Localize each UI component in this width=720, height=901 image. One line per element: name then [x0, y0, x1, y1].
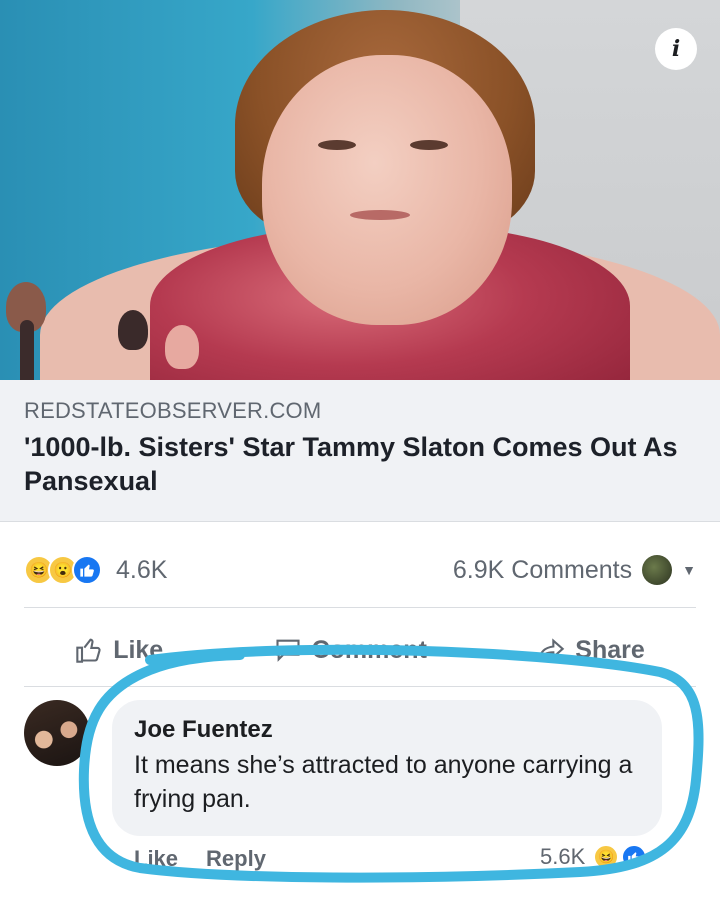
info-glyph: i	[671, 36, 681, 62]
photo-mouth	[350, 210, 410, 220]
thumbs-up-icon	[76, 638, 101, 663]
comment-bubble: Joe Fuentez It means she’s attracted to …	[112, 700, 662, 836]
share-icon	[538, 638, 565, 660]
comments-count[interactable]: 6.9K Comments	[453, 556, 632, 585]
link-preview[interactable]: REDSTATEOBSERVER.COM '1000-lb. Sisters' …	[0, 380, 720, 522]
reactions-left[interactable]: 😆 😮 4.6K	[24, 555, 167, 585]
photo-eye-right	[410, 140, 448, 150]
reaction-count[interactable]: 4.6K	[116, 556, 167, 585]
comment-text: It means she’s attracted to anyone carry…	[134, 751, 633, 813]
like-emoji-icon	[621, 844, 648, 870]
post-action-bar: Like Comment Share	[0, 622, 720, 678]
photo-eye-left	[318, 140, 356, 150]
makeup-brush-icon	[165, 325, 199, 369]
divider	[24, 686, 696, 687]
chevron-down-icon[interactable]: ▼	[682, 562, 696, 578]
comment-reply-button[interactable]: Reply	[206, 846, 266, 872]
comment-reaction-count: 5.6K	[540, 844, 586, 869]
reactions-right: 6.9K Comments ▼	[453, 555, 696, 585]
reactions-summary: 😆 😮 4.6K 6.9K Comments ▼	[0, 540, 720, 600]
like-emoji-icon	[72, 555, 102, 585]
makeup-brush-icon	[20, 320, 34, 380]
comment-icon	[276, 639, 300, 662]
comment-actions: Like Reply	[134, 846, 266, 872]
comment-author[interactable]: Joe Fuentez	[134, 716, 640, 744]
photo-face	[262, 55, 512, 325]
comment-like-button[interactable]: Like	[134, 846, 178, 872]
divider	[24, 607, 696, 608]
reaction-icons: 😆 😮	[24, 555, 102, 585]
info-icon[interactable]: i	[655, 28, 697, 70]
comment-author-avatar[interactable]	[24, 700, 90, 766]
comment-reactions[interactable]: 5.6K 😆	[540, 844, 648, 870]
link-domain: REDSTATEOBSERVER.COM	[24, 398, 322, 423]
link-title[interactable]: '1000-lb. Sisters' Star Tammy Slaton Com…	[24, 430, 696, 498]
post-photo[interactable]: i	[0, 0, 720, 380]
makeup-brush-icon	[118, 310, 148, 350]
comment-button[interactable]: Comment	[274, 636, 427, 665]
like-label: Like	[113, 635, 164, 664]
like-button[interactable]: Like	[75, 636, 163, 665]
share-label: Share	[575, 635, 645, 664]
share-button[interactable]: Share	[537, 635, 645, 665]
comment-label: Comment	[311, 635, 427, 664]
commenter-avatar[interactable]	[642, 555, 673, 585]
haha-emoji-icon: 😆	[593, 844, 620, 870]
